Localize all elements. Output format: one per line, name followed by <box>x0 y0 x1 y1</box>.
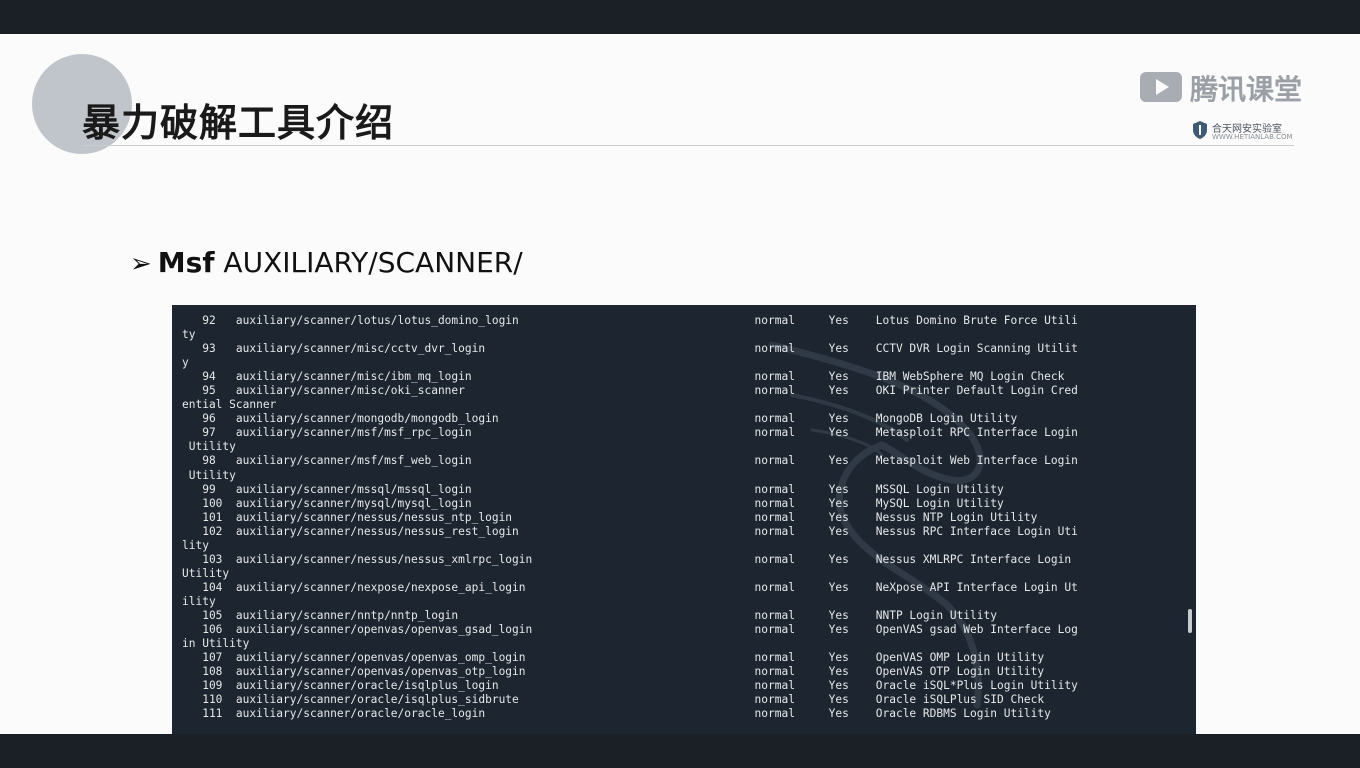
title-divider <box>82 145 1294 146</box>
terminal-line: 97 auxiliary/scanner/msf/msf_rpc_login n… <box>182 426 1078 440</box>
terminal-line: 105 auxiliary/scanner/nntp/nntp_login no… <box>182 608 997 622</box>
bullet-prefix: Msf <box>157 246 215 279</box>
terminal-line: 107 auxiliary/scanner/openvas/openvas_om… <box>182 651 1045 665</box>
bullet-point: ➢ Msf AUXILIARY/SCANNER/ <box>130 246 523 279</box>
terminal-line: 98 auxiliary/scanner/msf/msf_web_login n… <box>182 454 1078 468</box>
video-bottom-bar <box>0 734 1360 768</box>
bullet-path: AUXILIARY/SCANNER/ <box>223 246 523 279</box>
terminal-line: y <box>182 356 189 370</box>
terminal-line: 102 auxiliary/scanner/nessus/nessus_rest… <box>182 524 1078 538</box>
terminal-line: ential Scanner <box>182 398 277 412</box>
terminal-line: 99 auxiliary/scanner/mssql/mssql_login n… <box>182 482 1004 496</box>
terminal-line: 103 auxiliary/scanner/nessus/nessus_xmlr… <box>182 552 1072 566</box>
shield-icon <box>1193 121 1207 139</box>
terminal-line: in Utility <box>182 637 250 651</box>
presentation-slide: 暴力破解工具介绍 腾讯课堂 合天网安实验室 WWW.HETIANLAB.COM … <box>0 34 1360 734</box>
terminal-line: 106 auxiliary/scanner/openvas/openvas_gs… <box>182 623 1078 637</box>
terminal-line: 100 auxiliary/scanner/mysql/mysql_login … <box>182 496 1004 510</box>
terminal-scrollbar[interactable] <box>1188 609 1192 633</box>
bullet-arrow-icon: ➢ <box>130 249 152 279</box>
play-icon <box>1140 72 1182 102</box>
terminal-line: Utility <box>182 440 236 454</box>
slide-title: 暴力破解工具介绍 <box>82 101 395 145</box>
terminal-output: 92 auxiliary/scanner/lotus/lotus_domino_… <box>182 314 1078 721</box>
video-top-bar <box>0 0 1360 34</box>
terminal-line: Utility <box>182 468 236 482</box>
terminal-line: 109 auxiliary/scanner/oracle/isqlplus_lo… <box>182 679 1078 693</box>
terminal-line: 92 auxiliary/scanner/lotus/lotus_domino_… <box>182 314 1078 327</box>
terminal-line: Utility <box>182 566 230 580</box>
terminal-line: 108 auxiliary/scanner/openvas/openvas_ot… <box>182 665 1045 679</box>
terminal-line: 110 auxiliary/scanner/oracle/isqlplus_si… <box>182 693 1045 707</box>
terminal-line: 94 auxiliary/scanner/misc/ibm_mq_login n… <box>182 370 1065 384</box>
terminal-line: lity <box>182 538 209 552</box>
lab-url: WWW.HETIANLAB.COM <box>1212 133 1293 141</box>
terminal-line: ility <box>182 594 216 608</box>
terminal-line: 95 auxiliary/scanner/misc/oki_scanner no… <box>182 384 1078 398</box>
terminal-line: ty <box>182 328 196 342</box>
terminal-window: 92 auxiliary/scanner/lotus/lotus_domino_… <box>172 305 1196 734</box>
terminal-line: 93 auxiliary/scanner/misc/cctv_dvr_login… <box>182 342 1078 356</box>
tencent-classroom-logo: 腾讯课堂 合天网安实验室 WWW.HETIANLAB.COM <box>1138 66 1328 146</box>
terminal-line: 96 auxiliary/scanner/mongodb/mongodb_log… <box>182 412 1018 426</box>
terminal-line: 104 auxiliary/scanner/nexpose/nexpose_ap… <box>182 580 1078 594</box>
logo-brand-text: 腾讯课堂 <box>1190 73 1303 106</box>
terminal-line: 101 auxiliary/scanner/nessus/nessus_ntp_… <box>182 510 1038 524</box>
terminal-line: 111 auxiliary/scanner/oracle/oracle_logi… <box>182 707 1051 721</box>
